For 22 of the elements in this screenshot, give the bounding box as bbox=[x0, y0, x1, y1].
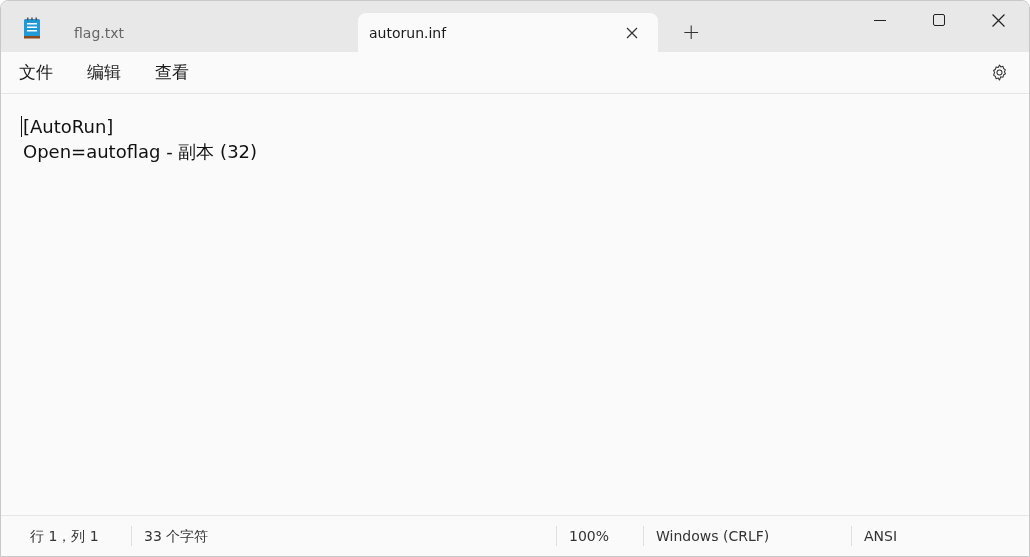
notepad-icon bbox=[23, 17, 41, 39]
tab[interactable]: flag.txt bbox=[61, 13, 358, 52]
tab-label: flag.txt bbox=[74, 24, 125, 41]
maximize-icon[interactable] bbox=[933, 14, 945, 26]
menu-item[interactable]: 文件 bbox=[19, 61, 53, 84]
text-line: [AutoRun] bbox=[23, 115, 114, 139]
menu-item[interactable]: 查看 bbox=[155, 61, 189, 84]
encoding[interactable]: ANSI bbox=[851, 526, 1001, 546]
new-tab-button[interactable]: + bbox=[676, 19, 707, 44]
text-editor[interactable]: [AutoRun] Open=autoflag - 副本 (32) bbox=[1, 94, 1029, 515]
tab-label: autorun.inf bbox=[369, 24, 448, 41]
cursor-position: 行 1，列 1 bbox=[29, 527, 100, 546]
zoom-level[interactable]: 100% bbox=[556, 526, 643, 546]
close-icon[interactable] bbox=[626, 26, 638, 39]
settings-icon[interactable] bbox=[990, 63, 1009, 82]
close-icon[interactable] bbox=[992, 14, 1005, 27]
character-count: 33 个字符 bbox=[131, 526, 556, 546]
text-line: Open=autoflag - 副本 (32) bbox=[23, 140, 258, 164]
line-ending[interactable]: Windows (CRLF) bbox=[643, 526, 851, 546]
menu-item[interactable]: 编辑 bbox=[87, 61, 121, 84]
tab[interactable]: autorun.inf bbox=[358, 13, 658, 52]
text-cursor bbox=[21, 116, 22, 137]
